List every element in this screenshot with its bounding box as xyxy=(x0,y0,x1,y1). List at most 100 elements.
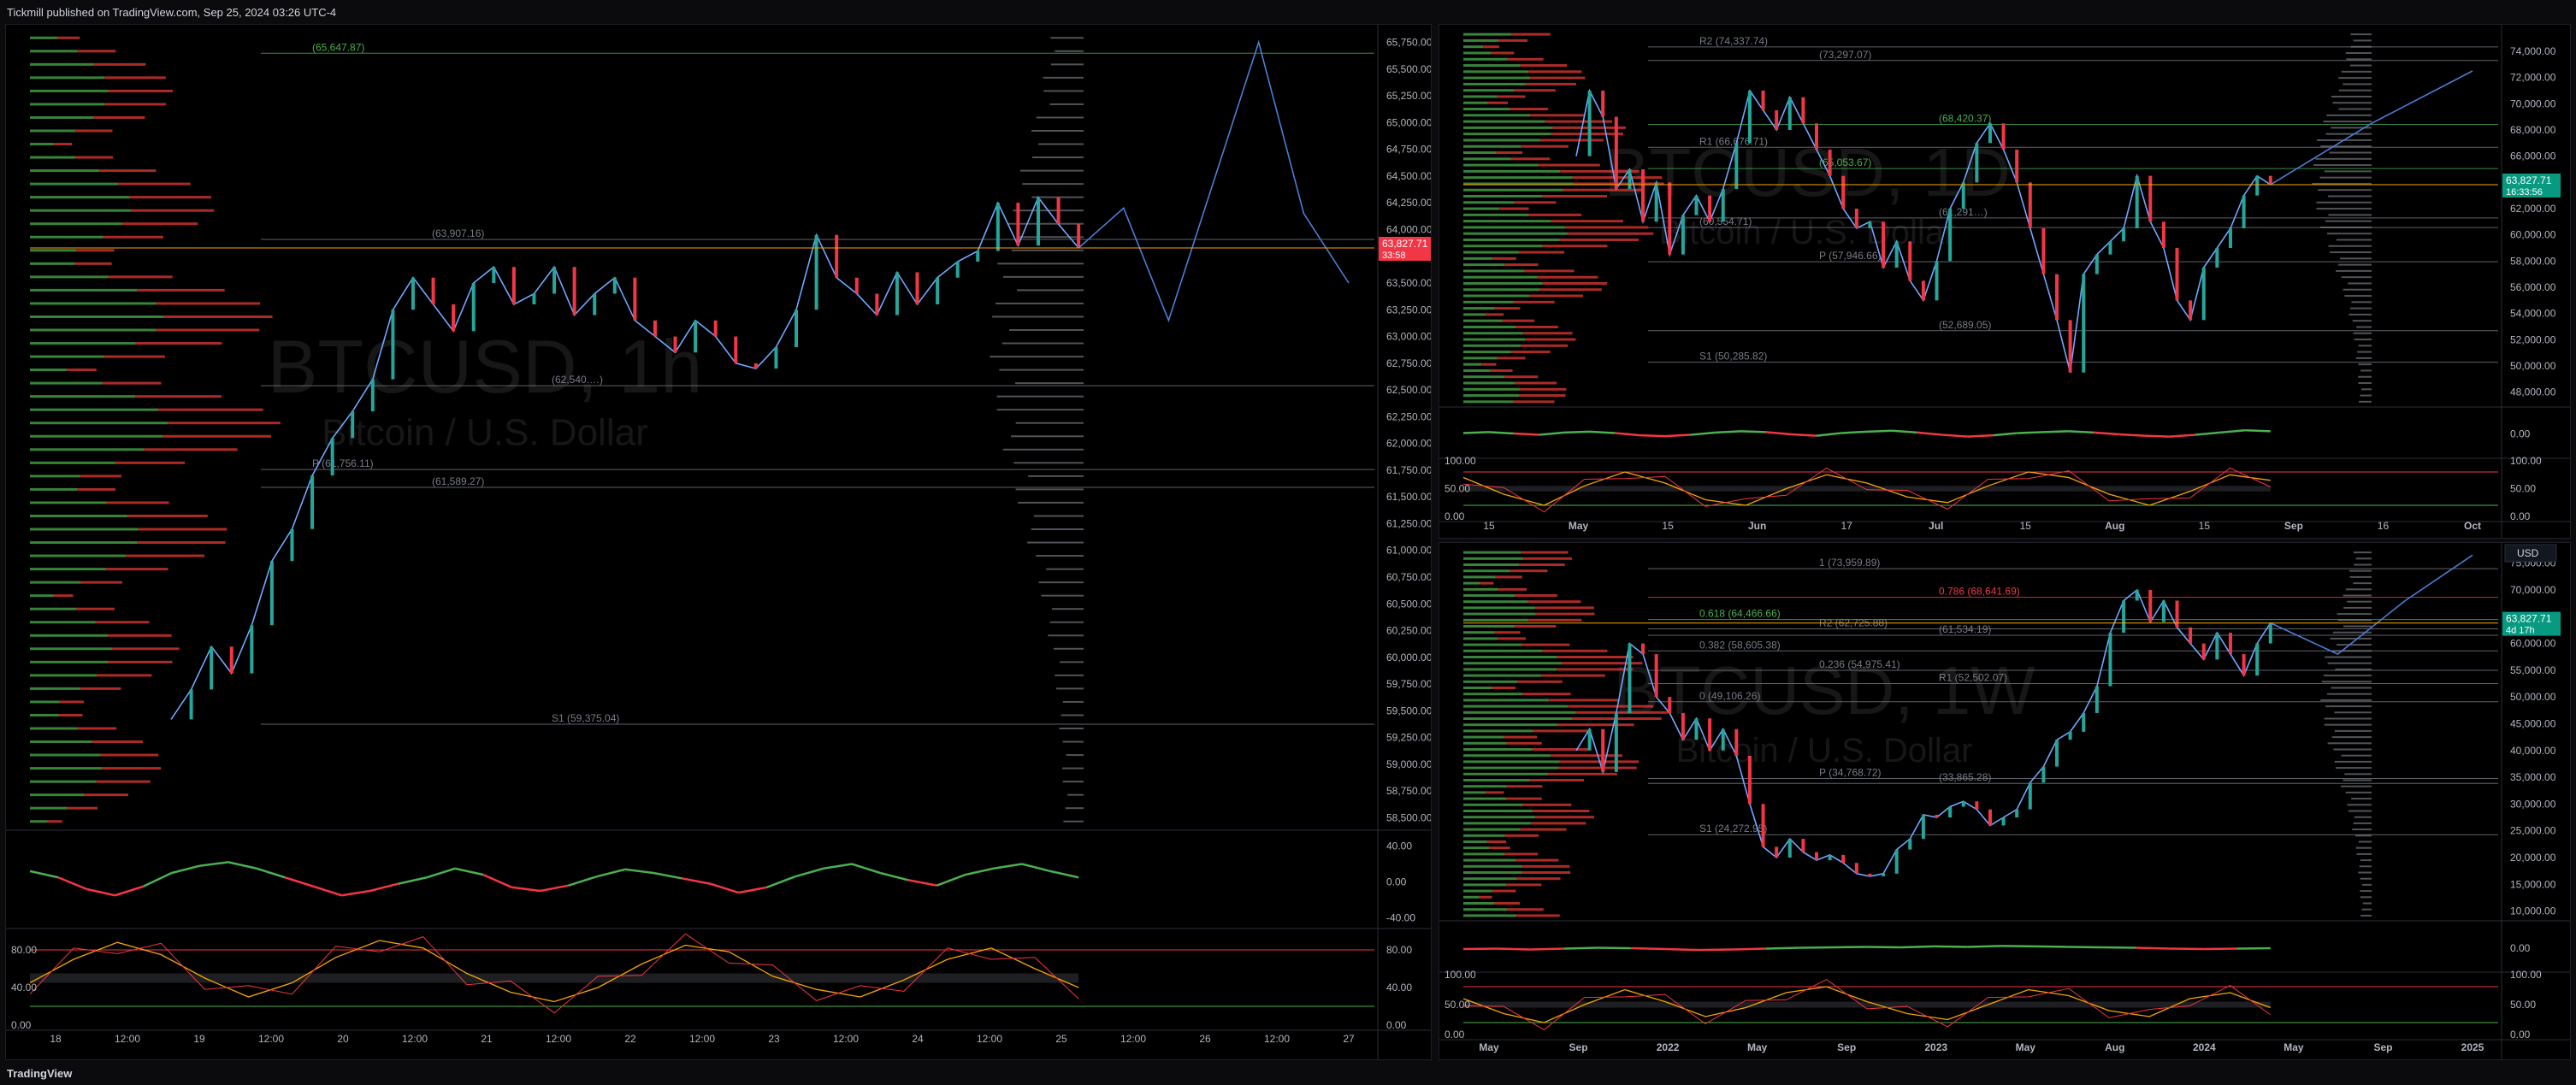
volume-profile-bar xyxy=(1494,902,1521,905)
time-axis-label: 2022 xyxy=(1657,1041,1680,1053)
volume-profile-bar xyxy=(108,660,173,663)
volume-profile-bar xyxy=(1494,631,1521,634)
volume-profile-bar xyxy=(30,528,139,531)
publisher-text: Tickmill published on TradingView.com, S… xyxy=(7,6,337,19)
right-volume-bar xyxy=(2348,810,2372,812)
right-volume-bar xyxy=(2360,890,2372,893)
right-volume-bar xyxy=(1062,767,1084,770)
right-volume-bar xyxy=(2331,687,2372,689)
volume-profile-bar xyxy=(1463,95,1498,98)
right-volume-bar xyxy=(2334,729,2372,732)
volume-profile-bar xyxy=(58,713,83,716)
volume-profile-bar xyxy=(1463,213,1528,216)
pivot-level-label: (52,689.05) xyxy=(1939,319,1991,331)
right-volume-bar xyxy=(2324,170,2372,173)
right-volume-bar xyxy=(1022,183,1084,186)
right-volume-bar xyxy=(996,302,1084,304)
volume-profile-bar xyxy=(1463,772,1548,775)
momentum-indicator-segment xyxy=(1799,946,1834,949)
tradingview-logo[interactable]: TradingView xyxy=(7,1067,72,1080)
volume-profile-bar xyxy=(1532,748,1589,751)
oscillator-left-axis-label: 100.00 xyxy=(1445,969,1476,981)
right-volume-bar xyxy=(996,395,1084,398)
volume-profile-bar xyxy=(30,514,128,517)
volume-profile-bar xyxy=(138,528,227,531)
right-volume-bar xyxy=(2338,263,2372,266)
right-volume-bar xyxy=(2351,798,2372,800)
volume-profile-bar xyxy=(1463,852,1504,856)
volume-profile-bar xyxy=(1463,587,1498,591)
chart-panel-1d[interactable]: BTCUSD, 1D Bitcoin / U.S. Dollar 74,000.00… xyxy=(1439,24,2571,539)
volume-profile-bar xyxy=(1492,257,1516,260)
right-volume-bar xyxy=(2351,301,2372,304)
volume-profile-bar xyxy=(75,156,114,159)
right-volume-bar xyxy=(2349,569,2372,572)
volume-profile-bar xyxy=(1551,754,1622,758)
volume-profile-bar xyxy=(1463,766,1559,770)
volume-profile-bar xyxy=(1514,201,1557,204)
momentum-indicator-segment xyxy=(2136,946,2170,950)
chart-panel-1h[interactable]: BTCUSD, 1h Bitcoin / U.S. Dollar 65,750.00… xyxy=(5,24,1432,1060)
right-volume-bar xyxy=(1038,143,1084,145)
volume-profile-bar xyxy=(30,674,97,677)
oscillator-axis-label: 100.00 xyxy=(2510,969,2542,981)
momentum-indicator-segment xyxy=(1967,433,1994,438)
volume-profile-bar xyxy=(1514,89,1556,92)
volume-profile-bar xyxy=(1463,139,1541,142)
volume-profile-bar xyxy=(1538,163,1600,167)
volume-profile-bar xyxy=(1463,263,1505,267)
momentum-indicator-segment xyxy=(1497,947,1531,951)
volume-profile-bar xyxy=(1525,82,1576,86)
right-volume-bar xyxy=(1065,807,1084,810)
last-price-label: 63,827.71 xyxy=(2506,174,2552,186)
volume-profile-bar xyxy=(1463,711,1576,714)
chart-1h-svg[interactable]: BTCUSD, 1hBitcoin / U.S. Dollar 65,750.00… xyxy=(6,25,1431,1059)
pivot-level-label: (33,865.28) xyxy=(1939,771,1991,783)
right-volume-bar xyxy=(2345,51,2372,54)
volume-profile-bar xyxy=(1521,864,1570,868)
right-volume-bar xyxy=(2315,157,2372,160)
chart-1w-svg[interactable]: BTCUSD, 1WBitcoin / U.S. Dollar75,000.00… xyxy=(1439,543,2570,1059)
volume-profile-bar xyxy=(1521,643,1570,646)
momentum-indicator-segment xyxy=(1791,433,1817,437)
volume-profile-bar xyxy=(66,369,97,372)
volume-profile-bar xyxy=(30,793,85,797)
right-volume-bar xyxy=(1048,634,1084,637)
chart-1d-svg[interactable]: BTCUSD, 1DBitcoin / U.S. Dollar74,000.00… xyxy=(1439,25,2570,538)
right-volume-bar xyxy=(2341,785,2372,787)
chart-panel-1w[interactable]: BTCUSD, 1W Bitcoin / U.S. Dollar 75,000.00… xyxy=(1439,542,2571,1060)
footer-bar: TradingView xyxy=(0,1063,2576,1085)
momentum-indicator-segment xyxy=(2068,430,2094,434)
pivot-level-label: (61,534.19) xyxy=(1939,623,1991,635)
right-volume-bar xyxy=(2353,39,2372,42)
volume-profile-bar xyxy=(30,209,132,212)
right-volume-bar xyxy=(2336,239,2372,241)
volume-profile-bar xyxy=(1490,369,1513,372)
right-volume-bar xyxy=(2334,760,2372,763)
publisher-header: Tickmill published on TradingView.com, S… xyxy=(0,0,2576,24)
right-volume-bar xyxy=(2328,214,2372,216)
right-volume-bar xyxy=(2355,357,2372,359)
volume-profile-bar xyxy=(1547,772,1617,775)
momentum-indicator-segment xyxy=(2018,431,2044,434)
right-volume-bar xyxy=(2313,164,2372,167)
right-volume-bar xyxy=(2326,114,2372,116)
oscillator-axis-label: 0.00 xyxy=(1386,1019,1407,1031)
volume-profile-bar xyxy=(30,581,81,584)
time-axis-label: 23 xyxy=(768,1033,780,1045)
volume-profile-bar xyxy=(1481,363,1497,366)
volume-profile-bar xyxy=(30,820,48,823)
volume-profile-bar xyxy=(76,249,115,252)
volume-profile-bar xyxy=(1506,785,1543,788)
volume-profile-bar xyxy=(30,182,119,186)
volume-profile-bar xyxy=(30,262,75,265)
volume-profile-bar xyxy=(1539,288,1602,292)
volume-profile-bar xyxy=(77,50,116,53)
right-volume-bar xyxy=(2360,369,2372,372)
right-volume-bar xyxy=(1027,541,1084,544)
time-axis-label: Sep xyxy=(1569,1041,1588,1053)
right-volume-bar xyxy=(2332,102,2372,104)
volume-profile-bar xyxy=(105,568,168,571)
right-volume-bar xyxy=(2336,269,2372,272)
right-volume-bar xyxy=(2353,582,2372,585)
